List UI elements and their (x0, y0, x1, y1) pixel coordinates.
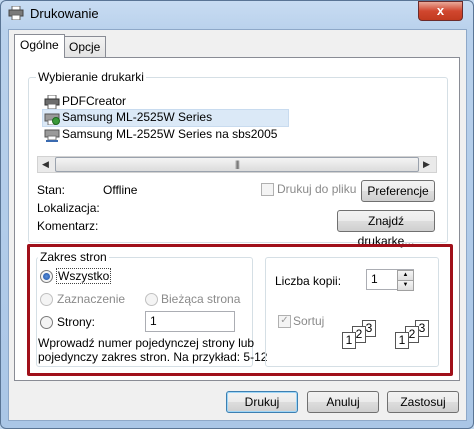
printer-icon (44, 94, 60, 110)
printer-selection-label: Wybieranie drukarki (36, 70, 146, 84)
copies-input-value: 1 (371, 272, 378, 286)
printer-title-icon (8, 6, 24, 20)
printer-name: Samsung ML-2525W Series (62, 110, 213, 124)
page-icon: 1 (342, 332, 356, 349)
page-range-hint-line2: pojedynczy zakres stron. Na przykład: 5-… (38, 350, 268, 364)
tab-options[interactable]: Opcje (63, 36, 107, 57)
collate-illustration-set2: 3 2 1 (395, 320, 440, 354)
printer-item-samsung-network[interactable]: Samsung ML-2525W Series na sbs2005 (44, 126, 277, 142)
radio-current-page[interactable] (145, 293, 158, 306)
radio-pages[interactable] (40, 316, 53, 329)
apply-button[interactable]: Zastosuj (387, 391, 459, 413)
spin-down-icon[interactable]: ▼ (397, 280, 414, 291)
status-label: Stan: (37, 183, 66, 197)
page-icon: 1 (395, 332, 409, 349)
window-title: Drukowanie (30, 6, 99, 21)
status-value: Offline (103, 183, 138, 197)
cancel-button[interactable]: Anuluj (307, 391, 379, 413)
printer-name: PDFCreator (62, 94, 127, 108)
scroll-left-arrow-icon[interactable]: ◀ (38, 157, 53, 171)
radio-pages-label: Strony: (57, 315, 96, 329)
preferences-button[interactable]: Preferencje (361, 180, 435, 202)
print-button[interactable]: Drukuj (226, 391, 298, 413)
find-printer-button[interactable]: Znajdź drukarkę... (337, 210, 435, 248)
collate-checkbox[interactable]: ✓ (278, 315, 291, 328)
scroll-right-arrow-icon[interactable]: ▶ (419, 157, 434, 171)
network-printer-icon (44, 129, 60, 142)
comment-label: Komentarz: (37, 219, 99, 233)
collate-label: Sortuj (293, 314, 325, 328)
radio-current-page-label: Bieżąca strona (161, 292, 241, 306)
pages-input[interactable]: 1 (145, 311, 235, 332)
collate-illustration-set1: 3 2 1 (342, 320, 387, 354)
printer-default-icon (44, 113, 60, 126)
pages-input-value: 1 (150, 314, 157, 328)
radio-all-label: Wszystko (56, 268, 112, 284)
scrollbar-thumb[interactable]: ||| (55, 157, 419, 172)
close-button[interactable]: x (418, 1, 463, 21)
print-to-file-checkbox[interactable] (261, 183, 274, 196)
page-range-hint-line1: Wprowadź numer pojedynczej strony lub (38, 336, 255, 350)
radio-selection[interactable] (40, 293, 53, 306)
printer-item-samsung[interactable]: Samsung ML-2525W Series (44, 109, 213, 126)
printer-name: Samsung ML-2525W Series na sbs2005 (62, 127, 278, 141)
page-range-label: Zakres stron (38, 250, 109, 264)
radio-all[interactable] (40, 270, 53, 283)
print-to-file-label: Drukuj do pliku (277, 182, 357, 196)
printer-item-pdfcreator[interactable]: PDFCreator (44, 93, 127, 110)
location-label: Lokalizacja: (37, 201, 100, 215)
copies-label: Liczba kopii: (275, 274, 342, 288)
radio-selection-label: Zaznaczenie (57, 292, 126, 306)
tab-general[interactable]: Ogólne (14, 34, 65, 58)
